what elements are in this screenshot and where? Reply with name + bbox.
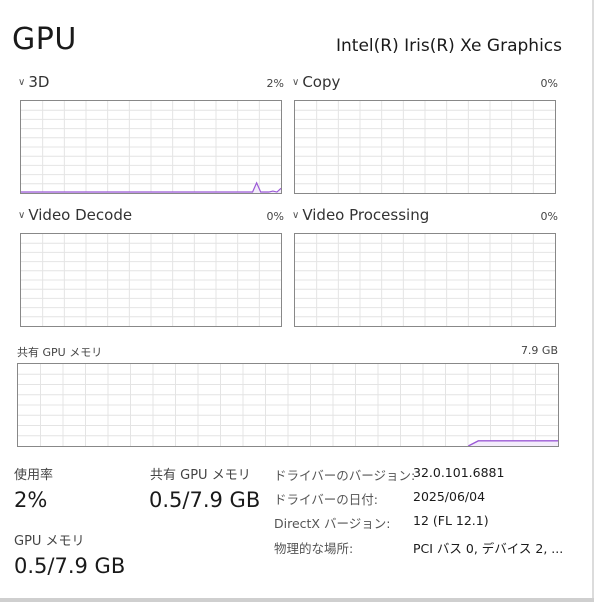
shared-memory-graph-label: 共有 GPU メモリ — [17, 346, 103, 359]
engine-graph-video-decode — [20, 233, 282, 327]
engine-graph-svg — [295, 101, 555, 193]
page-title: GPU — [12, 22, 77, 57]
engine-graph-svg — [21, 101, 281, 193]
engine-graph-svg — [21, 234, 281, 326]
chevron-down-icon: ∨ — [292, 210, 300, 221]
shared-memory-graph-svg — [18, 364, 558, 446]
engine-selector-video-processing[interactable]: ∨ Video Processing — [292, 206, 429, 224]
chevron-down-icon: ∨ — [292, 77, 300, 88]
engine-percent: 0% — [266, 210, 284, 223]
utilization-label: 使用率 — [14, 468, 54, 483]
engine-graph-svg — [295, 234, 555, 326]
gpu-memory-label: GPU メモリ — [14, 534, 85, 549]
shared-memory-graph-max: 7.9 GB — [520, 344, 558, 357]
directx-version-value: 12 (FL 12.1) — [413, 513, 489, 528]
engine-selector-3d[interactable]: ∨ 3D — [18, 73, 49, 91]
driver-date-label: ドライバーの日付: — [274, 492, 378, 507]
directx-version-label: DirectX バージョン: — [274, 516, 391, 531]
shared-memory-value: 0.5/7.9 GB — [149, 488, 261, 512]
physical-location-label: 物理的な場所: — [274, 541, 354, 556]
driver-version-value: 32.0.101.6881 — [413, 465, 505, 480]
engine-label: Video Processing — [302, 206, 430, 224]
device-name: Intel(R) Iris(R) Xe Graphics — [336, 36, 562, 56]
chevron-down-icon: ∨ — [18, 77, 26, 88]
engine-percent: 2% — [266, 77, 284, 90]
driver-version-label: ドライバーのバージョン: — [274, 468, 416, 483]
engine-label: Copy — [302, 73, 341, 91]
gpu-memory-value: 0.5/7.9 GB — [14, 554, 126, 578]
driver-date-value: 2025/06/04 — [413, 489, 486, 504]
physical-location-value: PCI バス 0, デバイス 2, ... — [413, 541, 564, 556]
engine-graph-3d — [20, 100, 282, 194]
engine-percent: 0% — [540, 77, 558, 90]
shared-memory-graph — [17, 363, 559, 447]
engine-graph-copy — [294, 100, 556, 194]
engine-label: 3D — [28, 73, 50, 91]
engine-graph-video-processing — [294, 233, 556, 327]
utilization-value: 2% — [14, 488, 48, 512]
engine-selector-video-decode[interactable]: ∨ Video Decode — [18, 206, 132, 224]
shared-memory-label: 共有 GPU メモリ — [150, 468, 251, 483]
engine-selector-copy[interactable]: ∨ Copy — [292, 73, 340, 91]
engine-percent: 0% — [540, 210, 558, 223]
window-bottom-border — [0, 598, 594, 602]
memory-usage-area — [468, 440, 558, 446]
engine-label: Video Decode — [28, 206, 133, 224]
chevron-down-icon: ∨ — [18, 210, 26, 221]
